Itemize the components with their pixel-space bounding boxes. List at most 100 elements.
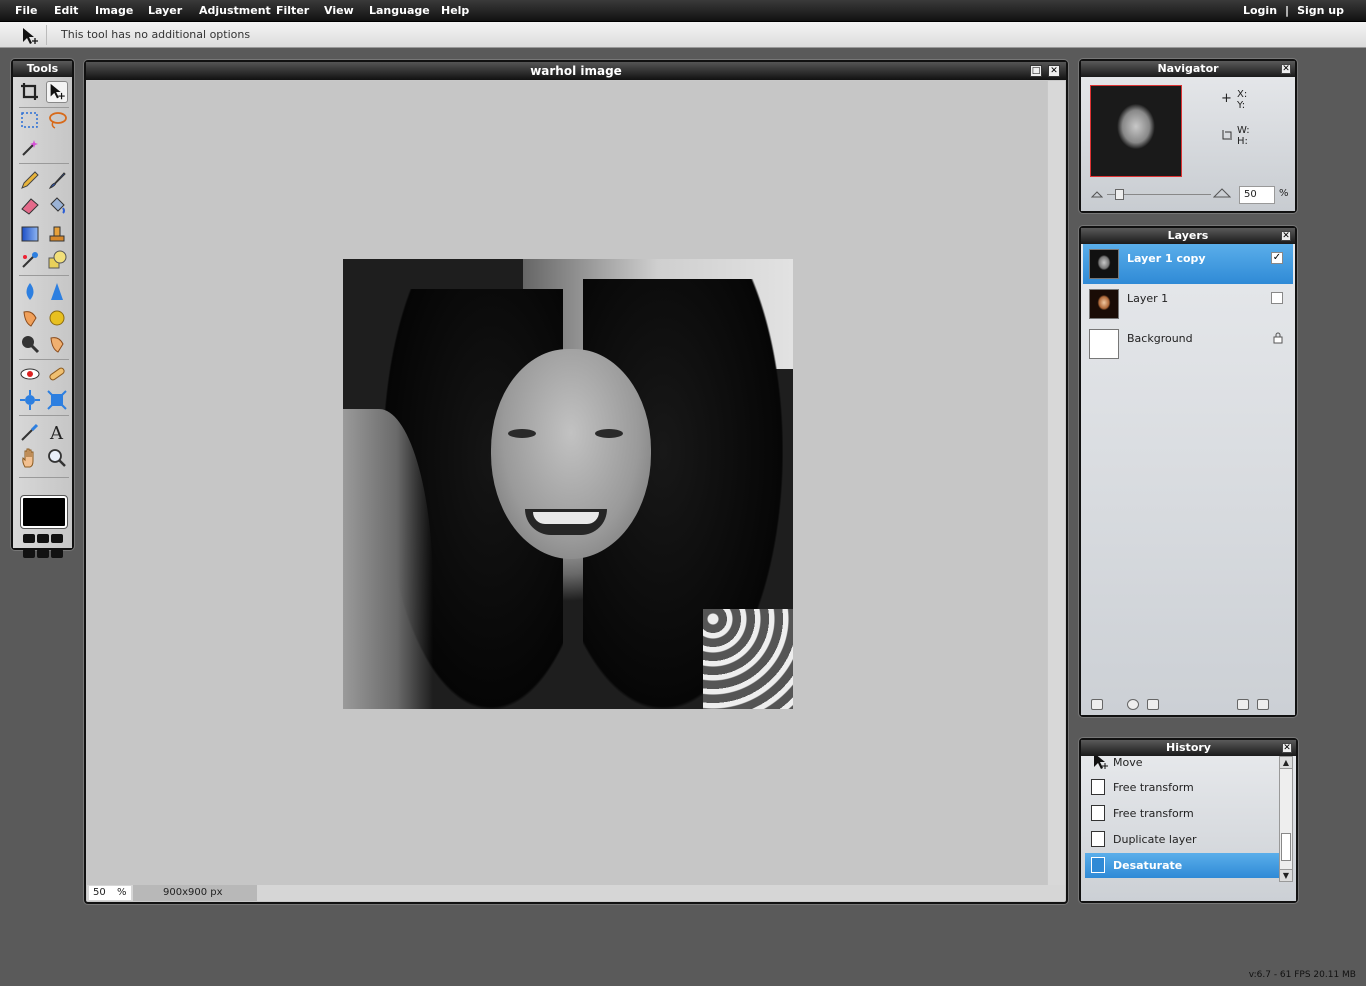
menu-adjustment[interactable]: Adjustment [199,4,271,17]
history-label: Free transform [1113,807,1194,820]
tools-separator [19,359,69,360]
dodge-tool-icon[interactable] [46,333,68,355]
tools-title: Tools [13,61,72,77]
move-tool-icon [23,28,38,44]
red-eye-tool-icon[interactable] [19,363,41,385]
photo-eye [595,429,623,438]
foreground-color-swatch[interactable] [20,495,68,529]
zoom-in-icon[interactable] [1213,187,1231,199]
options-divider [46,25,47,45]
zoom-out-icon[interactable] [1091,189,1103,199]
type-tool-icon[interactable]: A [46,421,68,444]
scroll-down-icon[interactable]: ▼ [1280,869,1292,881]
tools-separator [19,477,69,478]
zoom-slider[interactable] [1091,187,1231,200]
preset-button[interactable] [37,534,49,543]
brush-tool-icon[interactable] [46,169,68,191]
layer-mask-icon[interactable] [1127,699,1139,710]
image-window-title: warhol image □ ✕ [86,62,1066,80]
signup-link[interactable]: Sign up [1297,4,1344,17]
marquee-tool-icon[interactable] [19,109,41,131]
layer-visibility-checkbox[interactable] [1271,292,1283,304]
layer-row[interactable]: Layer 1 [1083,284,1293,324]
spot-heal-tool-icon[interactable] [46,363,68,385]
layer-thumbnail [1089,249,1119,279]
hand-tool-icon[interactable] [19,447,41,469]
history-item[interactable]: Duplicate layer [1085,827,1279,852]
gradient-tool-icon[interactable] [19,223,41,245]
close-icon[interactable]: ✕ [1282,743,1292,753]
preset-button[interactable] [23,549,35,558]
navigator-zoom-unit: % [1279,188,1289,199]
close-icon[interactable]: ✕ [1281,64,1291,74]
w-label: W: [1237,125,1250,136]
image-window: warhol image □ ✕ 50 % 900x900 px [84,60,1068,904]
zoom-tool-icon[interactable] [46,447,68,469]
login-link[interactable]: Login [1243,4,1277,17]
bloat-tool-icon[interactable] [19,389,41,411]
preset-button[interactable] [51,549,63,558]
menu-help[interactable]: Help [441,4,469,17]
move-tool-icon[interactable] [46,81,68,103]
layer-adjust-icon[interactable] [1147,699,1159,710]
history-scrollbar[interactable]: ▲ ▼ [1279,756,1293,882]
navigator-panel: Navigator ✕ + X: Y: W: H: 50 % [1079,59,1297,213]
color-picker-tool-icon[interactable] [19,421,41,443]
menu-image[interactable]: Image [95,4,133,17]
lasso-tool-icon[interactable] [46,109,68,131]
crop-tool-icon[interactable] [19,81,41,103]
move-icon [1094,756,1108,769]
navigator-zoom-input[interactable]: 50 [1239,186,1275,204]
scroll-up-icon[interactable]: ▲ [1280,757,1292,769]
sharpen-tool-icon[interactable] [46,281,68,303]
pencil-tool-icon[interactable] [19,169,41,191]
layer-row[interactable]: Background [1083,324,1293,364]
sponge-tool-icon[interactable] [46,307,68,329]
fill-bucket-tool-icon[interactable] [46,195,68,217]
history-label: Move [1113,756,1143,769]
menu-file[interactable]: File [15,4,38,17]
layers-panel: Layers ✕ Layer 1 copy ✓ Layer 1 Backgrou… [1079,226,1297,717]
clone-stamp-tool-icon[interactable] [46,223,68,245]
menu-layer[interactable]: Layer [148,4,182,17]
image-dimensions: 900x900 px [133,885,257,901]
new-layer-icon[interactable] [1237,699,1249,710]
close-icon[interactable]: ✕ [1281,231,1291,241]
burn-tool-icon[interactable] [19,333,41,355]
menu-view[interactable]: View [324,4,354,17]
size-icon [1222,130,1232,140]
menu-edit[interactable]: Edit [54,4,78,17]
preset-button[interactable] [37,549,49,558]
canvas-area[interactable] [87,81,1047,885]
maximize-icon[interactable]: □ [1030,65,1042,77]
preset-button[interactable] [51,534,63,543]
menu-filter[interactable]: Filter [276,4,309,17]
pinch-tool-icon[interactable] [46,389,68,411]
slider-knob[interactable] [1115,189,1124,200]
history-item[interactable]: Free transform [1085,775,1279,800]
color-replace-tool-icon[interactable] [19,249,41,271]
eraser-tool-icon[interactable] [19,195,41,217]
trash-icon[interactable] [1257,699,1269,710]
smudge-tool-icon[interactable] [19,307,41,329]
vertical-scrollbar[interactable] [1048,81,1065,886]
history-item[interactable]: Free transform [1085,801,1279,826]
magic-wand-tool-icon[interactable] [19,137,41,159]
navigator-title-text: Navigator [1157,62,1219,75]
navigator-wh: W: H: [1237,125,1250,147]
preset-button[interactable] [23,534,35,543]
history-step-icon [1091,805,1105,821]
navigator-thumbnail[interactable] [1090,85,1182,177]
blur-tool-icon[interactable] [19,281,41,303]
y-label: Y: [1237,100,1246,111]
history-panel: History ✕ Move Free transform Free trans… [1079,738,1298,903]
menu-language[interactable]: Language [369,4,430,17]
history-item[interactable]: Move [1085,756,1279,775]
scroll-thumb[interactable] [1281,833,1291,861]
layer-row[interactable]: Layer 1 copy ✓ [1083,244,1293,284]
layer-visibility-checkbox[interactable]: ✓ [1271,252,1283,264]
history-item-selected[interactable]: Desaturate [1085,853,1279,878]
shape-tool-icon[interactable] [46,249,68,271]
close-icon[interactable]: ✕ [1048,65,1060,77]
layer-style-icon[interactable] [1091,699,1103,710]
